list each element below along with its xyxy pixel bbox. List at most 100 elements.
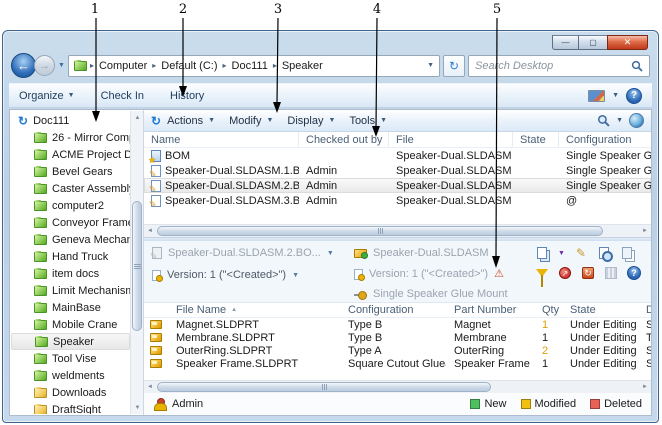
scroll-down-icon[interactable]: ▼	[131, 401, 144, 414]
column-header-state[interactable]: State	[513, 132, 559, 147]
scroll-thumb[interactable]	[157, 382, 491, 392]
part-icon	[150, 359, 162, 368]
column-header-qty[interactable]: Qty	[534, 304, 562, 316]
table-row-selected[interactable]: ✎Speaker-Dual.SLDASM.2.B... Admin Speake…	[144, 178, 651, 193]
scroll-left-icon[interactable]: ◄	[144, 381, 156, 393]
forward-button[interactable]: →	[34, 55, 55, 76]
main-pane: ↻ Actions▼ Modify▼ Display▼ Tools▼ ▼	[143, 110, 651, 415]
column-header-file[interactable]: File	[389, 132, 513, 147]
globe-icon[interactable]	[629, 113, 644, 128]
preview-icon[interactable]	[597, 246, 611, 260]
sidebar-item-acme[interactable]: ACME Project Do	[11, 146, 130, 163]
vault-icon: ↻	[18, 115, 28, 127]
sidebar-item-mirror[interactable]: 26 - Mirror Comp	[11, 129, 130, 146]
callout-4: 4	[373, 2, 381, 17]
column-header-clipped[interactable]: D	[638, 304, 651, 316]
sidebar-item-doc111[interactable]: ↻Doc111	[11, 112, 130, 129]
sidebar-scroll-thumb[interactable]	[132, 201, 142, 331]
minimize-button[interactable]: —	[552, 35, 579, 50]
chevron-down-icon[interactable]: ▼	[292, 272, 299, 279]
sidebar-item-speaker[interactable]: Speaker	[11, 333, 130, 350]
column-header-part-number[interactable]: Part Number	[446, 304, 534, 316]
history-button[interactable]: History	[170, 90, 204, 102]
table-row[interactable]: OuterRing.SLDPRT Type A OuterRing 2 Unde…	[144, 344, 651, 357]
scroll-thumb[interactable]	[157, 226, 603, 236]
column-header-name[interactable]: Name	[144, 132, 299, 147]
file-table-horizontal-scrollbar[interactable]: ◄ ►	[144, 224, 651, 237]
table-row[interactable]: ✎Speaker-Dual.SLDASM.3.B... Admin Speake…	[144, 193, 651, 208]
filter-icon[interactable]	[535, 266, 549, 280]
sidebar-item-caster[interactable]: Caster Assembly	[11, 180, 130, 197]
sidebar-item-weldments[interactable]: weldments	[11, 367, 130, 384]
breadcrumb-segment-doc111[interactable]: Doc111	[230, 60, 270, 72]
views-icon[interactable]	[588, 90, 605, 102]
edit-icon[interactable]: ✎	[574, 246, 588, 260]
modify-menu[interactable]: Modify▼	[229, 115, 273, 127]
sidebar-item-mainbase[interactable]: MainBase	[11, 299, 130, 316]
tools-menu[interactable]: Tools▼	[349, 115, 387, 127]
check-in-button[interactable]: Check In	[101, 90, 144, 102]
close-button[interactable]: ✕	[607, 35, 648, 50]
breadcrumb[interactable]: ▸ Computer ▸ Default (C:) ▸ Doc111 ▸ Spe…	[68, 55, 440, 77]
organize-menu[interactable]: Organize ▼	[19, 90, 75, 102]
sidebar-item-tool-vise[interactable]: Tool Vise	[11, 350, 130, 367]
column-header-configuration[interactable]: Configuration	[559, 132, 651, 147]
bom-table-horizontal-scrollbar[interactable]: ◄ ►	[144, 380, 651, 393]
sidebar-item-draftsight[interactable]: DraftSight	[11, 401, 130, 414]
display-menu[interactable]: Display▼	[287, 115, 335, 127]
sidebar-item-downloads[interactable]: Downloads	[11, 384, 130, 401]
help-icon[interactable]: ?	[627, 266, 641, 280]
column-header-checked[interactable]: Checked out by	[299, 132, 389, 147]
column-header-state[interactable]: State	[562, 304, 638, 316]
scroll-right-icon[interactable]: ►	[639, 225, 651, 237]
table-row[interactable]: Speaker Frame.SLDPRT Square Cutout Gluea…	[144, 357, 651, 370]
go-to-icon[interactable]: ↗	[558, 266, 572, 280]
breadcrumb-segment-drive[interactable]: Default (C:)	[159, 60, 219, 72]
columns-icon[interactable]	[604, 266, 618, 280]
bom-icon: ★	[151, 150, 161, 162]
rollback-icon[interactable]: ↻	[581, 266, 595, 280]
chevron-down-icon[interactable]: ▼	[327, 250, 334, 257]
breadcrumb-separator-icon: ▸	[152, 61, 156, 70]
search-input[interactable]: Search Desktop	[468, 55, 650, 77]
sidebar-item-mobile-crane[interactable]: Mobile Crane	[11, 316, 130, 333]
breadcrumb-separator-icon: ▸	[90, 61, 94, 70]
sidebar-item-label: Hand Truck	[52, 251, 108, 263]
copy-tree-icon[interactable]	[620, 246, 634, 260]
column-header-configuration[interactable]: Configuration	[340, 304, 446, 316]
search-icon	[631, 60, 643, 72]
table-row[interactable]: Membrane.SLDPRT Type B Membrane 1 Under …	[144, 331, 651, 344]
sidebar-item-item-docs[interactable]: item docs	[11, 265, 130, 282]
column-header-file-name[interactable]: File Name▲	[168, 304, 340, 316]
scroll-left-icon[interactable]: ◄	[144, 225, 156, 237]
chevron-down-icon: ▼	[329, 117, 336, 124]
sidebar-item-conveyor[interactable]: Conveyor Frame	[11, 214, 130, 231]
table-row[interactable]: ★BOM Speaker-Dual.SLDASM Single Speaker …	[144, 148, 651, 163]
scroll-up-icon[interactable]: ▲	[131, 111, 144, 124]
search-files-icon[interactable]	[597, 114, 610, 127]
help-button[interactable]: ?	[626, 88, 642, 104]
sidebar-item-label: Tool Vise	[52, 353, 96, 365]
table-row[interactable]: Magnet.SLDPRT Type B Magnet 1 Under Edit…	[144, 318, 651, 331]
scroll-right-icon[interactable]: ►	[639, 381, 651, 393]
actions-menu[interactable]: Actions▼	[167, 115, 215, 127]
sidebar-item-label: ACME Project Do	[52, 149, 130, 161]
sidebar-item-limit-mechanism[interactable]: Limit Mechanism	[11, 282, 130, 299]
sidebar-item-computer2[interactable]: computer2	[11, 197, 130, 214]
refresh-button[interactable]: ↻	[443, 55, 465, 77]
maximize-button[interactable]: ▢	[579, 35, 607, 50]
views-caret-icon[interactable]: ▼	[612, 92, 619, 99]
sidebar-item-geneva[interactable]: Geneva Mechani	[11, 231, 130, 248]
back-button[interactable]: ←	[11, 53, 36, 78]
sidebar-scrollbar[interactable]: ▲ ▼	[130, 111, 143, 414]
copy-icon[interactable]	[535, 246, 549, 260]
sidebar-item-bevel-gears[interactable]: Bevel Gears	[11, 163, 130, 180]
breadcrumb-segment-computer[interactable]: Computer	[97, 60, 149, 72]
breadcrumb-segment-speaker[interactable]: Speaker	[280, 60, 325, 72]
table-row[interactable]: ✎Speaker-Dual.SLDASM.1.B... Admin Speake…	[144, 163, 651, 178]
search-caret-icon[interactable]: ▼	[616, 117, 623, 124]
breadcrumb-dropdown-caret-icon[interactable]: ▼	[427, 62, 434, 69]
copy-caret-icon[interactable]: ▼	[558, 250, 565, 257]
nav-history-caret-icon[interactable]: ▼	[58, 62, 65, 69]
sidebar-item-hand-truck[interactable]: Hand Truck	[11, 248, 130, 265]
